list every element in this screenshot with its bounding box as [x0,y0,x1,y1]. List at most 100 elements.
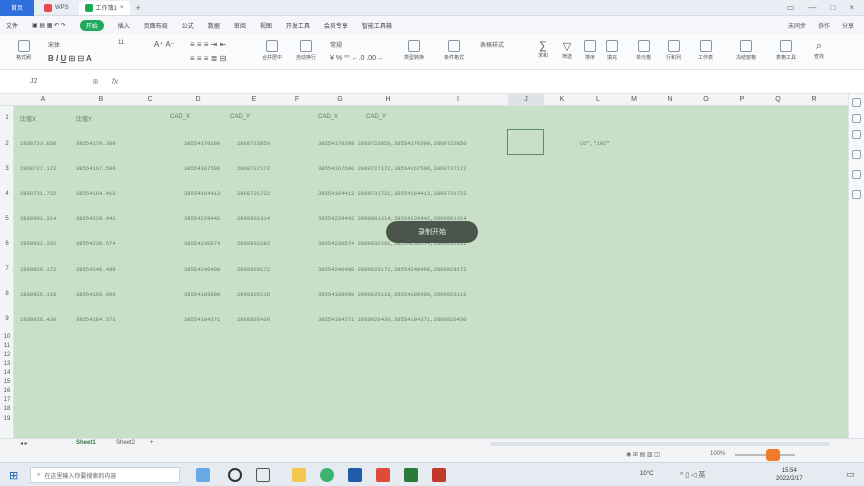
column-header[interactable]: B [72,94,130,106]
name-box[interactable]: J2 [30,78,37,85]
add-sheet-button[interactable]: + [150,440,154,446]
table-cell[interactable]: 38554167.596 [76,165,116,172]
column-header-selected[interactable]: J [508,94,544,106]
table-cell[interactable]: 38554240498 2860929172,38554240498,28609… [318,266,467,273]
table-cell[interactable]: 38554240498 [184,266,220,273]
table-cell[interactable]: 38554184371 [184,316,220,323]
row-header[interactable]: 16 [0,388,14,394]
align-icons[interactable]: ≡ ≡ ≡ ≣ ⊟ [190,54,226,63]
row-header[interactable]: 18 [0,406,14,412]
column-header[interactable]: L [580,94,616,106]
table-cell[interactable]: 38554164.413 [76,190,116,197]
conditional-format-button[interactable]: 条件格式 [444,40,464,61]
column-header[interactable]: N [652,94,688,106]
column-header[interactable]: K [544,94,580,106]
close-window-button[interactable]: × [849,3,854,12]
row-header[interactable]: 10 [0,334,14,340]
cell-l2[interactable]: CO","102" [580,140,610,147]
format-painter-button[interactable]: 格式刷 [16,40,31,61]
table-cell[interactable]: 38554184.371 [76,316,116,323]
find-button[interactable]: ⌕ 查找 [814,40,824,60]
row-header[interactable]: 3 [0,166,14,172]
horizontal-scrollbar[interactable] [490,442,830,446]
row-header[interactable]: 11 [0,343,14,349]
table-cell[interactable]: 38554167596 2860727172,38554167596,28607… [318,165,467,172]
wps-assistant-icon[interactable] [766,449,780,461]
row-header[interactable]: 6 [0,241,14,247]
formula-input[interactable] [130,74,830,90]
menu-home[interactable]: 开始 [79,19,104,31]
cell-a1[interactable]: 比值X [20,114,36,123]
menu-file[interactable]: 文件 [6,21,18,30]
row-header[interactable]: 4 [0,191,14,197]
worksheet-button[interactable]: 工作表 [698,40,713,61]
side-panel-icon[interactable] [852,150,861,159]
menu-review[interactable]: 审阅 [234,21,246,30]
menu-view[interactable]: 视图 [260,21,272,30]
table-cell[interactable]: 38554170399 [184,140,220,147]
sync-status[interactable]: 未同步 [788,21,806,30]
cell-h1[interactable]: CAD_Y [366,114,386,120]
table-cell[interactable]: 38554167596 [184,165,220,172]
quick-access-icons[interactable]: ▣ ▤ ▦ ↶ ↷ [32,22,66,29]
task-view-icon[interactable] [256,468,270,482]
type-convert-button[interactable]: 类型转换 [404,40,424,61]
cell-e1[interactable]: CAD_Y [230,114,250,120]
table-cell[interactable]: 2860926430 [237,316,270,323]
minimize-button[interactable]: — [808,3,816,12]
table-cell[interactable]: 2860926116 [237,291,270,298]
font-style-buttons[interactable]: B I U ⊞ ⊟ A [48,54,92,63]
home-tab[interactable]: 首页 [0,0,34,16]
table-cell[interactable]: 2860926.430 [20,316,56,323]
column-header[interactable]: A [14,94,72,106]
table-cell[interactable]: 2860727172 [237,165,270,172]
table-style-button[interactable]: 表格样式 [480,40,504,49]
table-cell[interactable]: 2860723850 [237,140,270,147]
side-panel-icon[interactable] [852,114,861,123]
table-cell[interactable]: 38554184371 2860926430,38554184371,28609… [318,316,467,323]
menu-member[interactable]: 会员专享 [324,21,348,30]
table-cell[interactable]: 38554189099 [184,291,220,298]
row-header[interactable]: 9 [0,316,14,322]
select-all-corner[interactable] [0,94,14,106]
zoom-level[interactable]: 100% [710,451,725,457]
tray-icons[interactable]: ^ ▯ ◁ 英 [680,470,705,480]
column-header[interactable]: F [282,94,312,106]
system-clock[interactable]: 15:54 2022/2/17 [776,467,803,483]
new-tab-button[interactable]: + [136,3,141,13]
row-header[interactable]: 8 [0,291,14,297]
cell-g1[interactable]: CAD_X [318,114,338,120]
filter-button[interactable]: ▽ 筛选 [562,40,572,60]
table-cell[interactable]: 38554240.498 [76,266,116,273]
weather-app-icon[interactable] [196,468,210,482]
row-header[interactable]: 14 [0,370,14,376]
column-header[interactable]: H [368,94,408,106]
column-header[interactable]: D [170,94,226,106]
column-header[interactable]: R [796,94,832,106]
side-panel-icon[interactable] [852,98,861,107]
row-header[interactable]: 12 [0,352,14,358]
table-cell[interactable]: 38554189099 2860926116,38554189099,28609… [318,291,467,298]
row-header[interactable]: 17 [0,397,14,403]
cell-b1[interactable]: 比值Y [76,114,92,123]
table-cell[interactable]: 38554230.574 [76,240,116,247]
table-cell[interactable]: 2860731.722 [20,190,56,197]
row-header[interactable]: 5 [0,216,14,222]
file-explorer-icon[interactable] [292,468,306,482]
table-cell[interactable]: 38554164413 2860731722,38554164413,28607… [318,190,467,197]
windows-start-icon[interactable]: ⊞ [9,469,18,482]
notification-icon[interactable]: ▭ [846,469,855,480]
font-name-select[interactable]: 宋体 [48,40,60,49]
table-cell[interactable]: 38554230574 [184,240,220,247]
column-header[interactable]: C [130,94,170,106]
cell-d1[interactable]: CAD_X [170,114,190,120]
column-header[interactable]: P [724,94,760,106]
active-cell-selection[interactable] [507,129,544,155]
table-cell[interactable]: 38554170.399 [76,140,116,147]
row-header[interactable]: 15 [0,379,14,385]
share-button[interactable]: 分享 [842,21,854,30]
view-mode-icons[interactable]: ◉ ⊞ ▤ ▥ ◫ [626,451,660,458]
column-header[interactable]: M [616,94,652,106]
fill-button[interactable]: 填充 [606,40,618,61]
menu-developer[interactable]: 开发工具 [286,21,310,30]
